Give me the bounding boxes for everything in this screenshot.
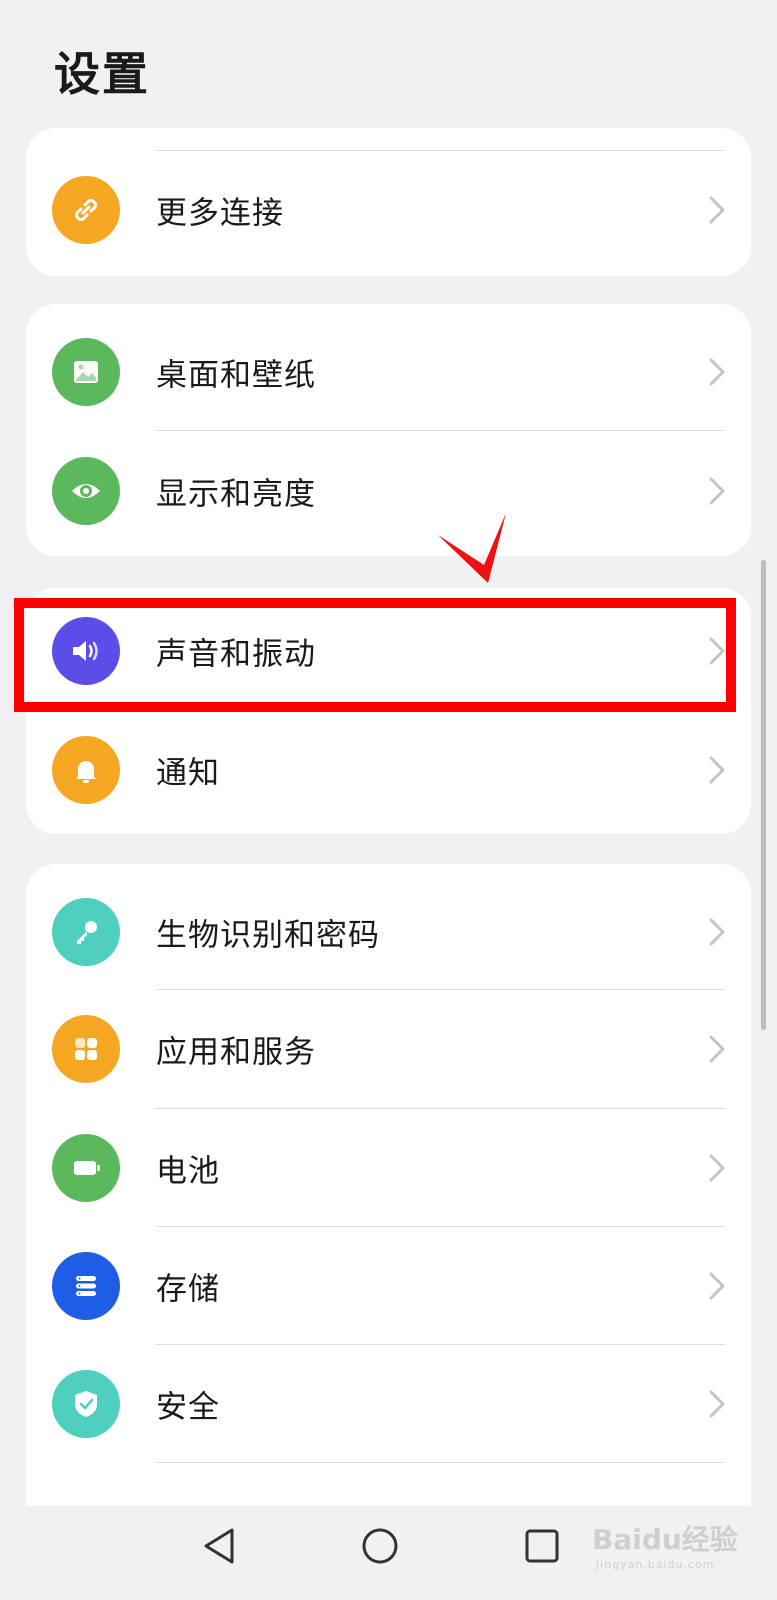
chevron-right-icon	[709, 918, 725, 946]
settings-item-more-connections[interactable]: 更多连接	[26, 150, 751, 270]
bell-icon	[52, 736, 120, 804]
settings-item-label: 更多连接	[156, 195, 284, 232]
settings-item-battery[interactable]: 电池	[26, 1109, 751, 1227]
divider	[156, 1462, 725, 1463]
settings-group-sound: 声音和振动 通知	[26, 588, 751, 834]
settings-item-label: 安全	[156, 1389, 220, 1426]
settings-item-sound-vibration[interactable]: 声音和振动	[26, 591, 751, 711]
settings-item-label: 电池	[156, 1153, 220, 1190]
settings-item-biometrics[interactable]: 生物识别和密码	[26, 872, 751, 992]
link-icon	[52, 176, 120, 244]
chevron-right-icon	[709, 1272, 725, 1300]
settings-item-security[interactable]: 安全	[26, 1345, 751, 1463]
watermark-logo: Baidu经验 jingyan.baidu.com	[592, 1518, 742, 1578]
key-icon	[52, 898, 120, 966]
page-title: 设置	[54, 47, 150, 101]
back-icon[interactable]	[196, 1522, 244, 1570]
storage-icon	[52, 1252, 120, 1320]
watermark-brand: Baidu经验	[592, 1523, 738, 1556]
speaker-icon	[52, 617, 120, 685]
settings-group-system: 生物识别和密码 应用和服务 电池 存储 安全	[26, 864, 751, 1524]
eye-icon	[52, 457, 120, 525]
chevron-right-icon	[709, 1390, 725, 1418]
home-icon[interactable]	[356, 1522, 404, 1570]
settings-item-label: 应用和服务	[156, 1034, 316, 1071]
annotation-arrow-icon	[438, 515, 506, 583]
settings-item-apps-services[interactable]: 应用和服务	[26, 990, 751, 1108]
battery-icon	[52, 1134, 120, 1202]
wallpaper-icon	[52, 338, 120, 406]
chevron-right-icon	[709, 358, 725, 386]
settings-item-wallpaper[interactable]: 桌面和壁纸	[26, 312, 751, 432]
chevron-right-icon	[709, 1035, 725, 1063]
settings-item-label: 通知	[156, 755, 220, 792]
watermark-url: jingyan.baidu.com	[596, 1558, 715, 1571]
chevron-right-icon	[709, 477, 725, 505]
chevron-right-icon	[709, 1154, 725, 1182]
apps-icon	[52, 1015, 120, 1083]
settings-item-label: 声音和振动	[156, 636, 316, 673]
settings-group-connections: 更多连接	[26, 128, 751, 276]
chevron-right-icon	[709, 196, 725, 224]
chevron-right-icon	[709, 637, 725, 665]
settings-group-display: 桌面和壁纸 显示和亮度	[26, 304, 751, 556]
settings-item-notifications[interactable]: 通知	[26, 710, 751, 830]
recents-icon[interactable]	[518, 1522, 566, 1570]
shield-icon	[52, 1370, 120, 1438]
settings-item-label: 生物识别和密码	[156, 917, 380, 954]
settings-item-display[interactable]: 显示和亮度	[26, 431, 751, 551]
settings-item-label: 显示和亮度	[156, 476, 316, 513]
scrollbar[interactable]	[761, 560, 766, 1030]
settings-item-storage[interactable]: 存储	[26, 1227, 751, 1345]
settings-item-label: 存储	[156, 1271, 220, 1308]
settings-item-label: 桌面和壁纸	[156, 357, 316, 394]
chevron-right-icon	[709, 756, 725, 784]
